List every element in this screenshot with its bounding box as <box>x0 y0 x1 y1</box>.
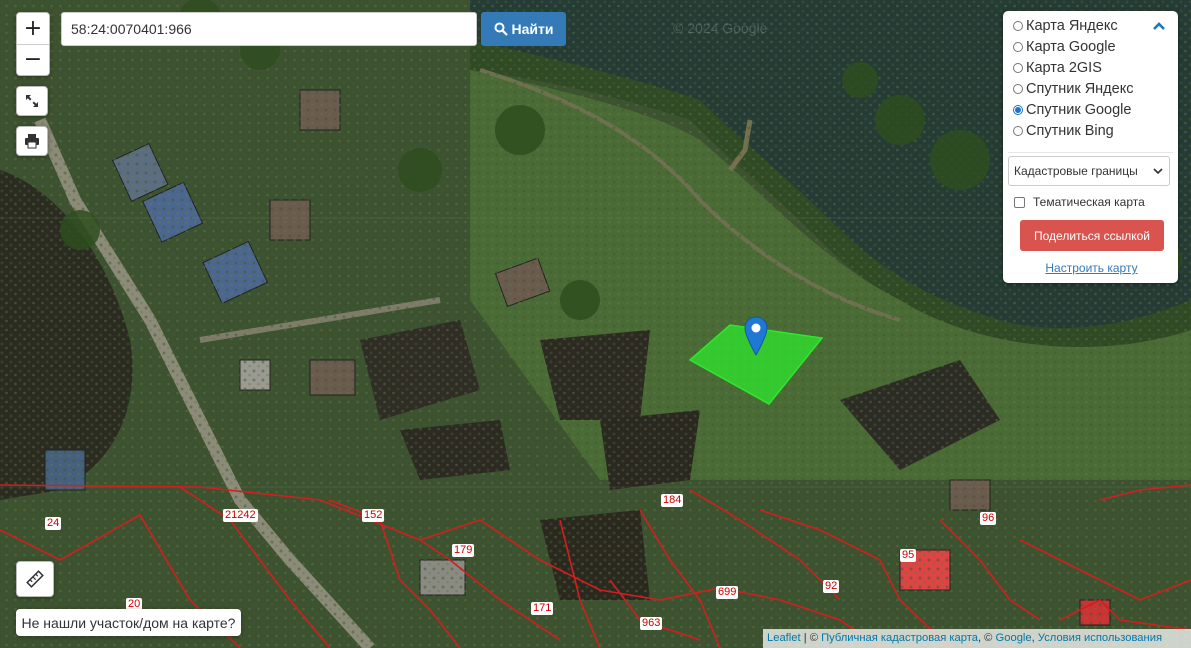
layer-option-label: Карта Google <box>1026 39 1116 55</box>
layer-option-bing-satellite[interactable]: Спутник Bing <box>1013 123 1114 139</box>
chevron-down-icon <box>1153 168 1163 175</box>
chevron-up-icon[interactable] <box>1152 21 1166 31</box>
radio-button[interactable] <box>1013 42 1023 52</box>
parcel-label: 152 <box>362 509 385 522</box>
terms-link[interactable]: Условия использования <box>1038 632 1162 644</box>
radio-button-selected[interactable] <box>1013 105 1023 115</box>
cadastral-search-input[interactable] <box>61 12 477 46</box>
pkk-link[interactable]: Публичная кадастровая карта <box>821 632 978 644</box>
divider <box>1008 152 1173 153</box>
layer-option-label: Спутник Яндекс <box>1026 81 1134 97</box>
layer-option-label: Спутник Google <box>1026 102 1132 118</box>
map-marker-icon[interactable] <box>744 316 768 356</box>
search-button-label: Найти <box>511 21 554 37</box>
expand-icon <box>26 95 38 107</box>
zoom-control: + − <box>16 12 50 76</box>
fullscreen-button[interactable] <box>16 86 48 116</box>
imagery-watermark: © 2024 Google <box>673 20 768 36</box>
print-button[interactable] <box>16 126 48 156</box>
checkbox[interactable] <box>1014 196 1025 208</box>
layer-option-google-satellite[interactable]: Спутник Google <box>1013 102 1131 118</box>
thematic-map-toggle[interactable]: Тематическая карта <box>1014 195 1145 209</box>
attribution-separator: | © <box>800 632 822 644</box>
parcel-label: 699 <box>716 586 739 599</box>
layer-option-label: Карта Яндекс <box>1026 18 1118 34</box>
thematic-map-label: Тематическая карта <box>1033 195 1145 209</box>
print-icon <box>25 134 39 149</box>
ruler-icon <box>26 570 44 588</box>
google-link[interactable]: Google <box>996 632 1032 644</box>
radio-button[interactable] <box>1013 84 1023 94</box>
radio-button[interactable] <box>1013 126 1023 136</box>
layer-option-label: Спутник Bing <box>1026 123 1114 139</box>
leaflet-link[interactable]: Leaflet <box>767 632 801 644</box>
measure-button[interactable] <box>16 561 54 597</box>
zoom-out-button[interactable]: − <box>17 44 49 75</box>
parcel-label: 21242 <box>223 509 258 522</box>
attribution-separator: , © <box>977 632 996 644</box>
layer-option-yandex-map[interactable]: Карта Яндекс <box>1013 18 1118 34</box>
radio-button[interactable] <box>1013 63 1023 73</box>
zoom-in-button[interactable]: + <box>17 13 49 44</box>
layers-panel: Карта Яндекс Карта Google Карта 2GIS Спу… <box>1003 11 1178 283</box>
parcel-label: 96 <box>980 512 997 525</box>
overlay-select-value: Кадастровые границы <box>1014 164 1138 178</box>
configure-map-link[interactable]: Настроить карту <box>1003 261 1180 275</box>
radio-button[interactable] <box>1013 21 1023 31</box>
parcel-label: 963 <box>640 617 663 630</box>
attribution-bar: Leaflet | © Публичная кадастровая карта,… <box>763 629 1191 648</box>
layer-option-2gis-map[interactable]: Карта 2GIS <box>1013 60 1102 76</box>
overlay-select[interactable]: Кадастровые границы <box>1008 156 1170 186</box>
search-icon <box>494 22 508 36</box>
layer-option-google-map[interactable]: Карта Google <box>1013 39 1116 55</box>
layer-option-yandex-satellite[interactable]: Спутник Яндекс <box>1013 81 1133 97</box>
layer-option-label: Карта 2GIS <box>1026 60 1102 76</box>
parcel-label: 95 <box>900 549 917 562</box>
parcel-label: 179 <box>452 544 475 557</box>
parcel-label: 184 <box>661 494 684 507</box>
not-found-button[interactable]: Не нашли участок/дом на карте? <box>16 609 241 636</box>
parcel-label: 92 <box>823 580 840 593</box>
share-link-button[interactable]: Поделиться ссылкой <box>1020 220 1164 251</box>
parcel-label: 24 <box>45 517 62 530</box>
search-button[interactable]: Найти <box>481 12 566 46</box>
parcel-label: 171 <box>531 602 554 615</box>
